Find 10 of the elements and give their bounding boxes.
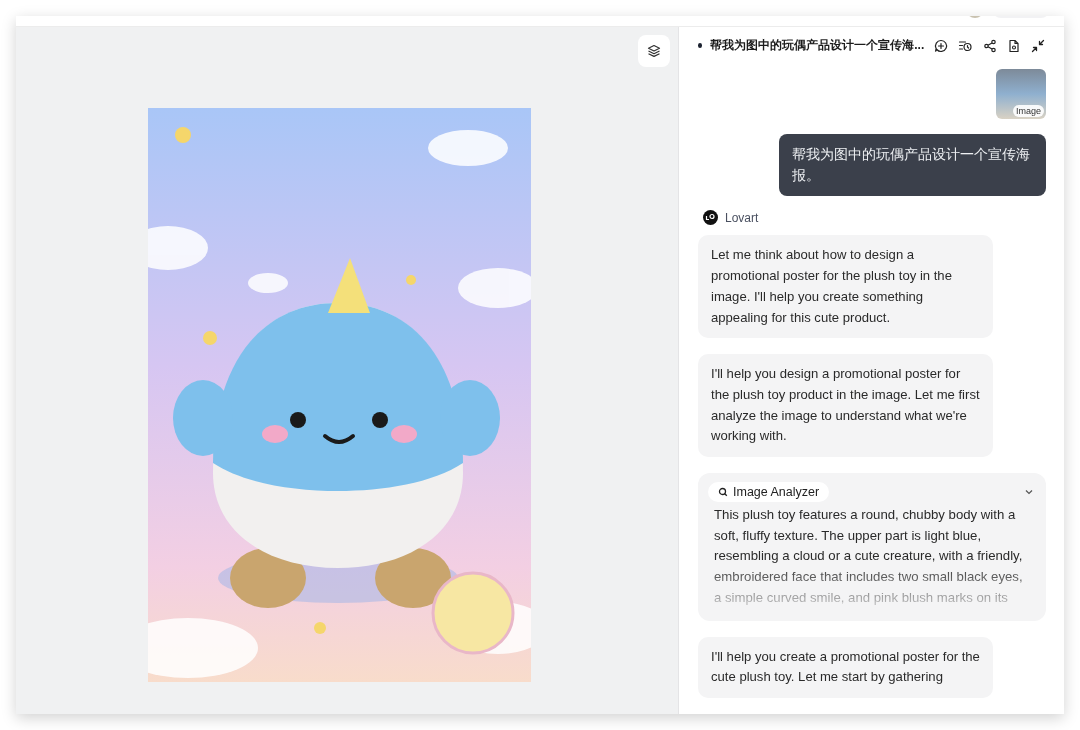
tool-output-text: This plush toy features a round, chubby body with a soft, fluffy texture. The upper part is light blue, resembling a cloud or a cute creature, with a friendly, embroidered face that includes two small black eyes, a simple curved smile, and pink blush marks on its [714,506,1024,607]
assistant-message: Let me think about how to design a promotional poster for the plush toy in the image. I'll help you create something appealing for this cute product. [698,235,993,339]
assistant-message: I'll help you create a promotional poster for the cute plush toy. Let me start by gathering [698,636,993,698]
tool-chip[interactable]: Image Analyzer [708,482,830,503]
image-thumbnail[interactable]: Image [996,69,1046,120]
assistant-name: Lovart [725,210,759,225]
image-label: Image [1013,105,1044,118]
assistant-message: I'll help you design a promotional poster for the plush toy product in the image. Let me first analyze the image to understand what we're working with. [698,354,993,458]
chat-title: 帮我为图中的玩偶产品设计一个宣传海... [710,37,925,55]
user-message: 帮我为图中的玩偶产品设计一个宣传海报。 [779,134,1046,197]
